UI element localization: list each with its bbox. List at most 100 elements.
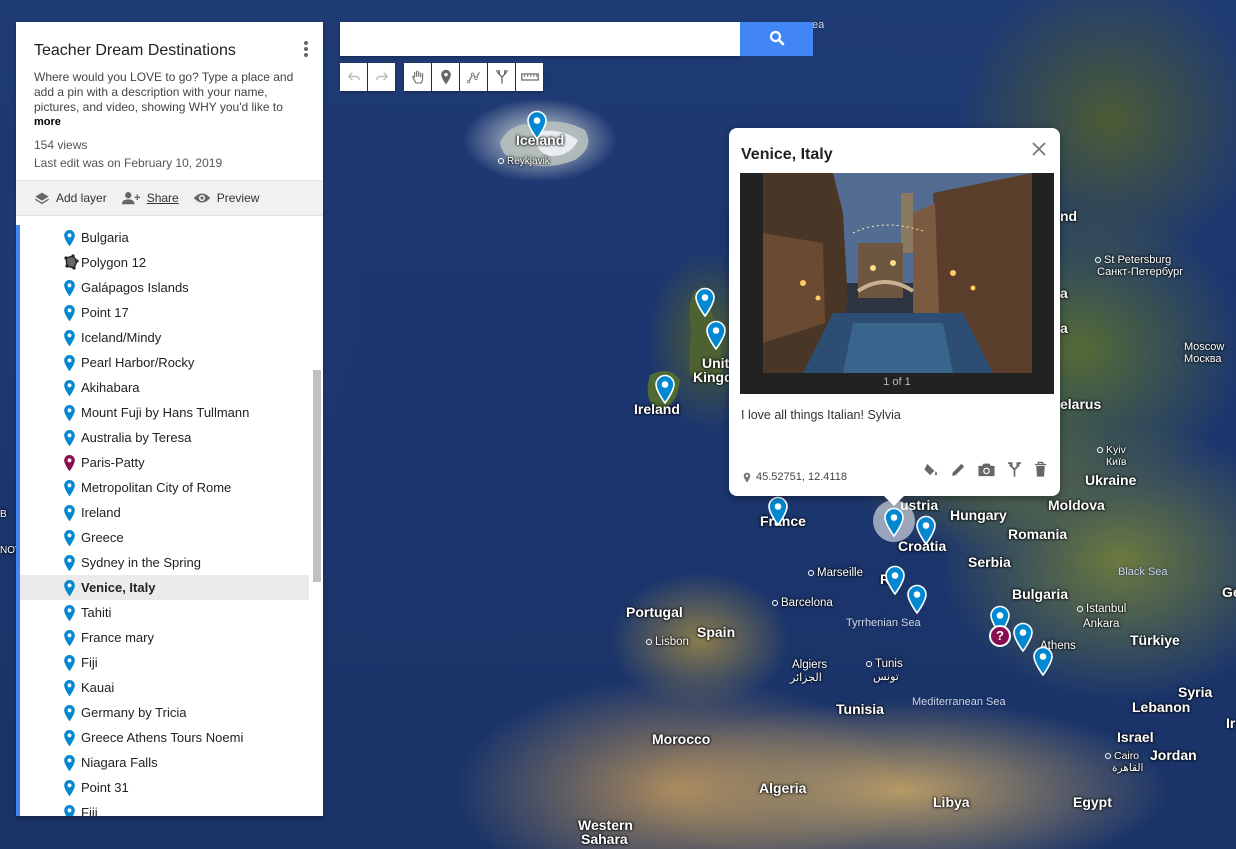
add-marker-button[interactable] <box>432 63 459 91</box>
draw-line-button[interactable] <box>460 63 487 91</box>
map-label-ukraine: Ukraine <box>1085 472 1137 488</box>
map-label-egypt: Egypt <box>1073 794 1112 810</box>
map-label-hungary: Hungary <box>950 507 1007 523</box>
more-options-icon[interactable] <box>303 40 309 58</box>
layer-item-label: Bulgaria <box>81 230 129 245</box>
search-button[interactable] <box>740 22 813 56</box>
card-toolbar <box>923 461 1048 478</box>
add-person-icon <box>121 192 140 205</box>
layer-item[interactable]: France mary <box>20 625 323 650</box>
share-label: Share <box>146 191 179 205</box>
map-label-moscow-cyr: Москва <box>1184 353 1222 365</box>
layer-item[interactable]: Mount Fuji by Hans Tullmann <box>20 400 323 425</box>
polygon-icon <box>63 254 79 270</box>
map-marker-ireland[interactable] <box>654 374 676 404</box>
layer-item[interactable]: Venice, Italy <box>20 575 309 600</box>
share-button[interactable]: Share <box>121 191 179 205</box>
card-coordinates: 45.52751, 12.4118 <box>743 471 847 483</box>
more-link[interactable]: more <box>34 116 305 128</box>
map-label-portugal: Portugal <box>626 604 683 620</box>
paint-bucket-icon[interactable] <box>923 461 940 478</box>
marker-icon <box>63 379 76 397</box>
map-marker-venice[interactable] <box>883 507 905 537</box>
marker-icon <box>63 654 76 672</box>
redo-button[interactable] <box>368 63 395 91</box>
marker-icon <box>63 679 76 697</box>
layer-item[interactable]: Sydney in the Spring <box>20 550 323 575</box>
layer-item[interactable]: Australia by Teresa <box>20 425 323 450</box>
layer-item[interactable]: Iceland/Mindy <box>20 325 323 350</box>
layer-item[interactable]: Bulgaria <box>20 225 323 250</box>
map-label-jordan: Jordan <box>1150 747 1197 763</box>
edit-pencil-icon[interactable] <box>950 461 967 478</box>
measure-button[interactable] <box>516 63 543 91</box>
layer-item[interactable]: Niagara Falls <box>20 750 323 775</box>
map-marker-france[interactable] <box>767 496 789 526</box>
layer-item[interactable]: Ireland <box>20 500 323 525</box>
layer-item[interactable]: Akihabara <box>20 375 323 400</box>
map-marker-athens[interactable] <box>1012 622 1034 652</box>
layer-item[interactable]: Polygon 12 <box>20 250 323 275</box>
scrollbar-thumb[interactable] <box>313 370 321 582</box>
map-marker-greece-south[interactable] <box>1032 646 1054 676</box>
add-layer-button[interactable]: Add layer <box>34 191 107 205</box>
layer-item[interactable]: Metropolitan City of Rome <box>20 475 323 500</box>
undo-button[interactable] <box>340 63 367 91</box>
layer-item[interactable]: Germany by Tricia <box>20 700 323 725</box>
photo-count: 1 of 1 <box>883 376 911 388</box>
layer-item[interactable]: Paris-Patty <box>20 450 323 475</box>
map-title[interactable]: Teacher Dream Destinations <box>34 42 305 60</box>
layer-item-label: Mount Fuji by Hans Tullmann <box>81 405 250 420</box>
map-label-libya: Libya <box>933 794 970 810</box>
layers-icon <box>34 192 50 205</box>
layer-item[interactable]: Greece Athens Tours Noemi <box>20 725 323 750</box>
layer-item[interactable]: Point 17 <box>20 300 323 325</box>
map-label-left-b: B <box>0 509 7 520</box>
map-label-nd: nd <box>1060 208 1078 224</box>
marker-icon <box>63 504 76 522</box>
layer-item[interactable]: Fiji <box>20 800 323 816</box>
layer-item-label: Greece <box>81 530 124 545</box>
map-marker-italy-south[interactable] <box>906 584 928 614</box>
directions-icon[interactable] <box>1006 461 1023 478</box>
marker-icon <box>63 279 76 297</box>
marker-icon <box>63 404 76 422</box>
marker-icon <box>63 529 76 547</box>
map-marker-unknown-icon[interactable]: ? <box>989 625 1011 647</box>
trash-icon[interactable] <box>1033 461 1048 478</box>
coordinates-text: 45.52751, 12.4118 <box>756 471 847 483</box>
layer-item[interactable]: Fiji <box>20 650 323 675</box>
camera-icon[interactable] <box>977 461 996 478</box>
search-input[interactable] <box>340 22 740 56</box>
add-layer-label: Add layer <box>56 191 107 205</box>
map-label-moldova: Moldova <box>1048 497 1105 513</box>
directions-button[interactable] <box>488 63 515 91</box>
layer-item[interactable]: Galápagos Islands <box>20 275 323 300</box>
layer-item[interactable]: Pearl Harbor/Rocky <box>20 350 323 375</box>
map-description: Where would you LOVE to go? Type a place… <box>34 70 294 114</box>
map-label-tunisia: Tunisia <box>836 701 884 717</box>
layer-item[interactable]: Greece <box>20 525 323 550</box>
venice-canal-photo <box>763 173 1032 373</box>
marker-icon <box>63 604 76 622</box>
pan-tool-button[interactable] <box>404 63 431 91</box>
layer-item[interactable]: Kauai <box>20 675 323 700</box>
eye-icon <box>193 193 210 203</box>
close-icon[interactable] <box>1032 142 1046 156</box>
layer-item[interactable]: Tahiti <box>20 600 323 625</box>
map-marker-iceland[interactable] <box>526 110 548 140</box>
map-marker-uk-south[interactable] <box>705 320 727 350</box>
map-marker-croatia[interactable] <box>915 515 937 545</box>
preview-button[interactable]: Preview <box>193 191 260 205</box>
map-label-lisbon: Lisbon <box>646 636 689 648</box>
feature-info-card: Venice, Italy 1 of 1 I love all things I… <box>729 128 1060 506</box>
preview-label: Preview <box>216 191 260 205</box>
card-photo[interactable]: 1 of 1 <box>740 173 1054 394</box>
map-marker-rome[interactable] <box>884 565 906 595</box>
map-label-sea-top: ea <box>812 19 825 31</box>
map-label-tyrrhenian-sea: Tyrrhenian Sea <box>846 617 921 629</box>
marker-icon <box>63 629 76 647</box>
map-marker-uk-north[interactable] <box>694 287 716 317</box>
layer-feature-list: Bulgaria Polygon 12 Galápagos Islands Point… <box>16 225 323 816</box>
layer-item[interactable]: Point 31 <box>20 775 323 800</box>
